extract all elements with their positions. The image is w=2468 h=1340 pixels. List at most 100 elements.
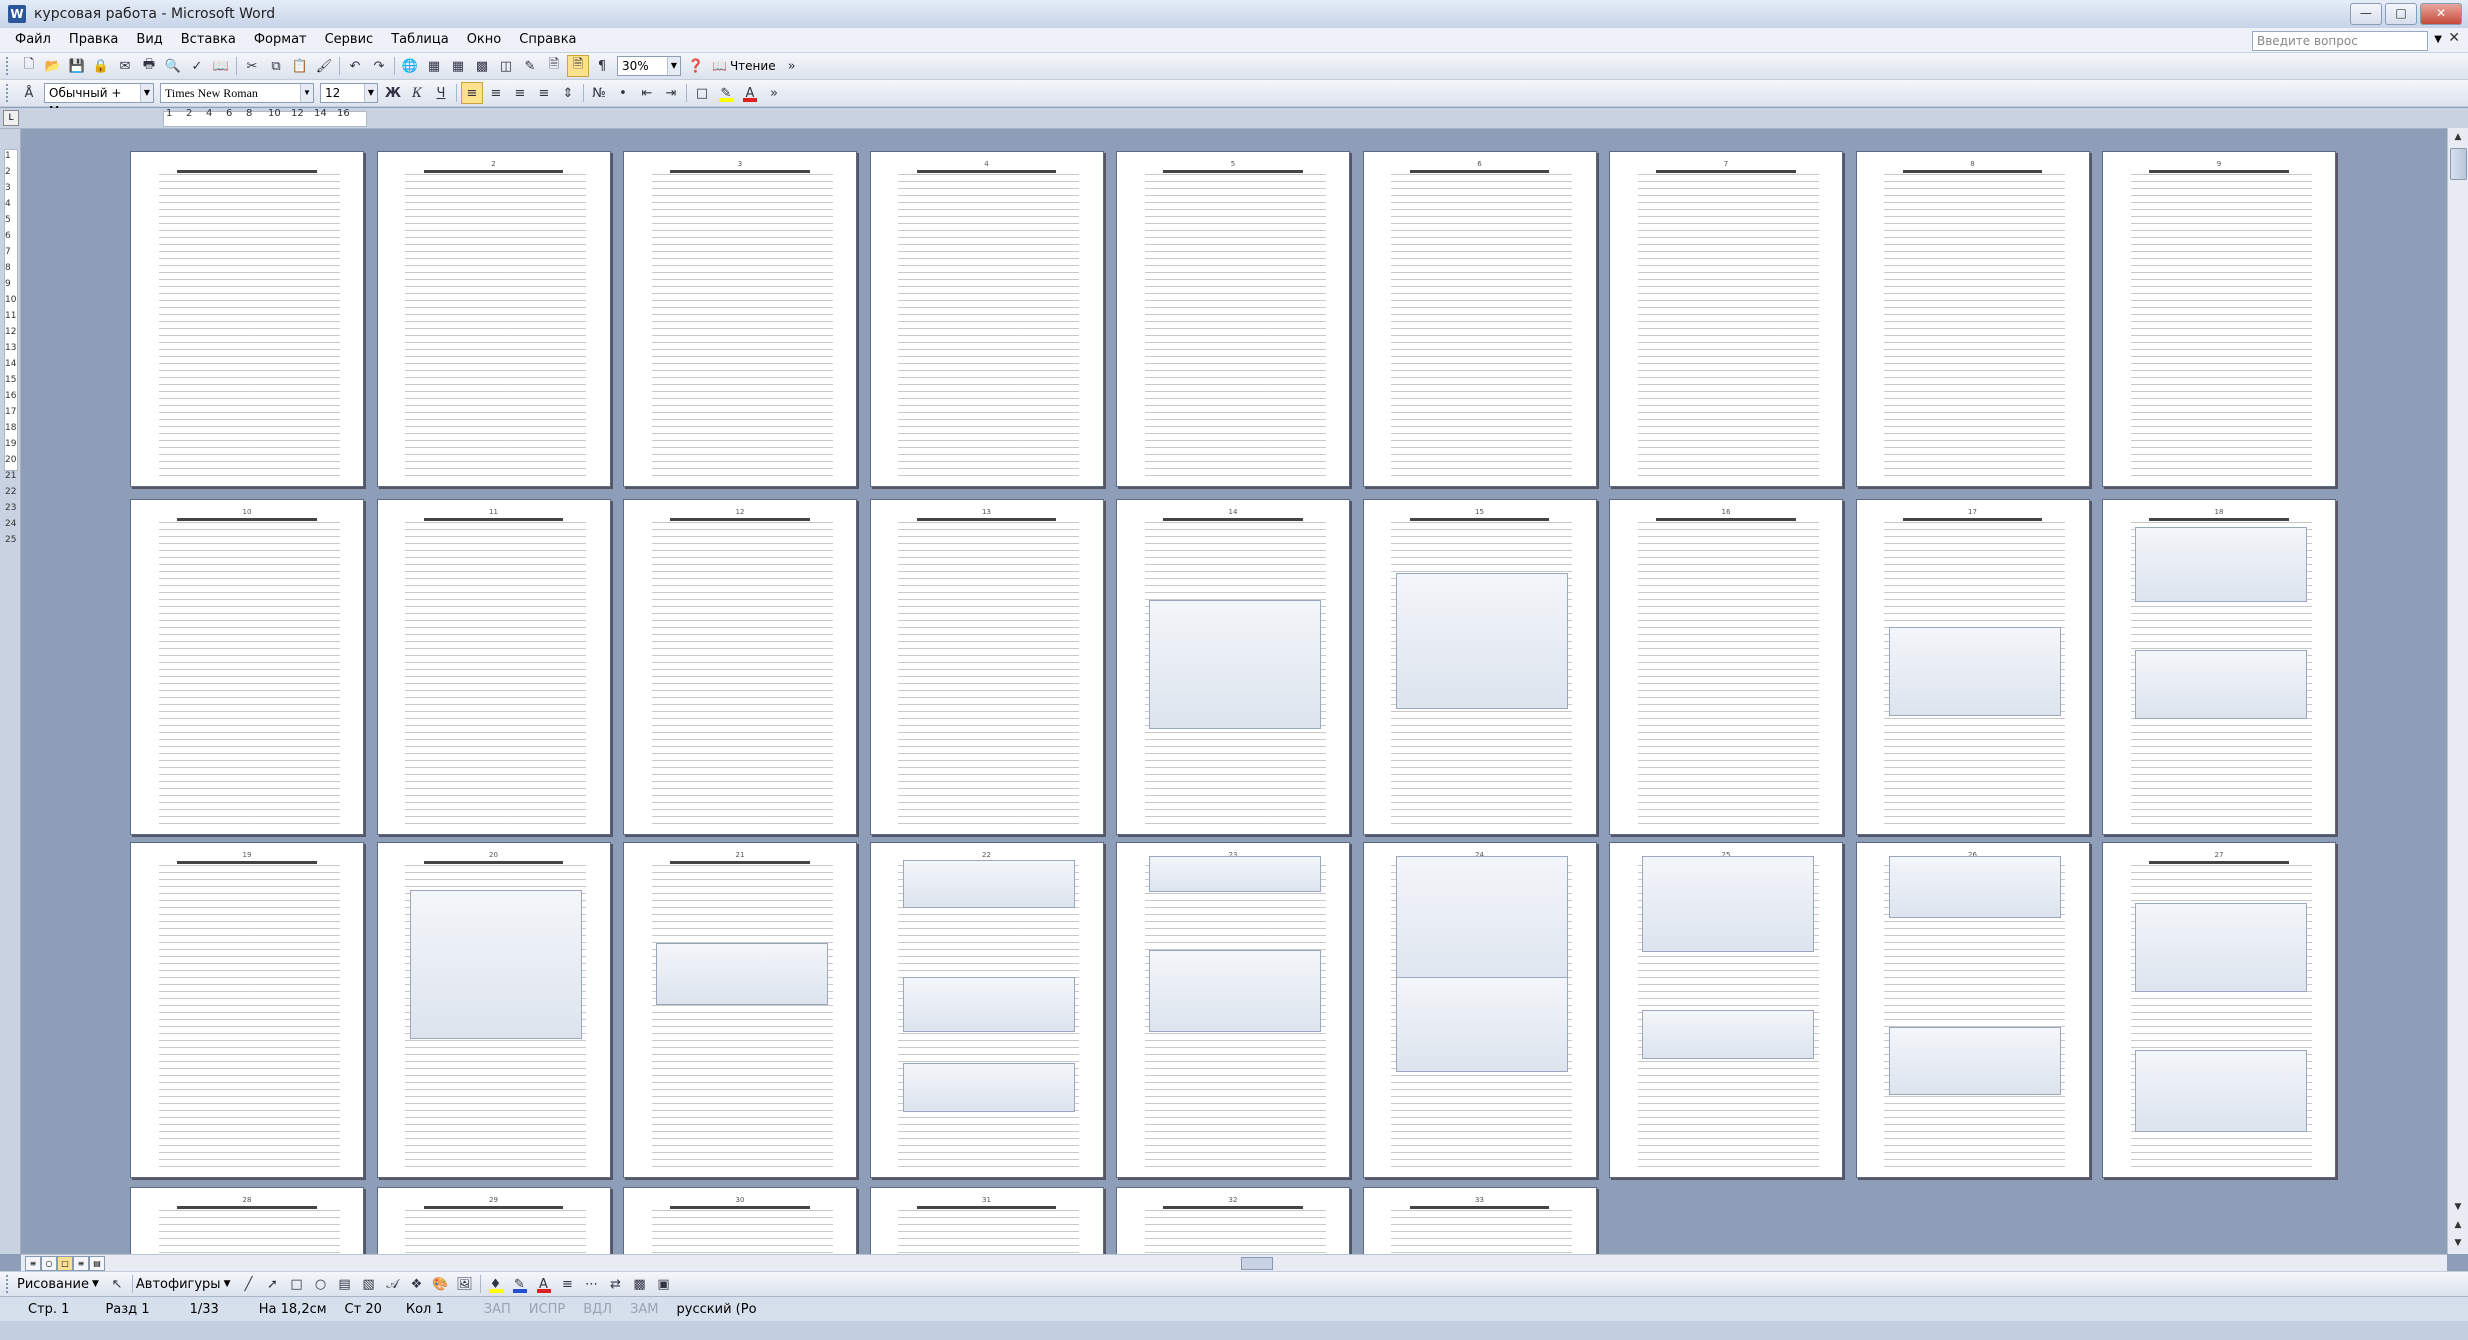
status-ext[interactable]: ВДЛ [583,1302,612,1317]
page-thumbnail[interactable]: 22 [869,842,1104,1178]
scroll-thumb[interactable] [2450,148,2467,180]
page-thumbnail[interactable]: 16 [1609,499,1843,835]
h-scroll-thumb[interactable] [1241,1257,1273,1270]
insert-excel-icon[interactable]: ▩ [471,55,493,77]
maximize-button[interactable]: □ [2385,3,2417,25]
open-icon[interactable]: 📂 [42,55,64,77]
line-spacing-icon[interactable]: ⇕ [557,82,579,104]
font-color-draw-icon[interactable]: A [533,1273,555,1295]
scroll-down-icon[interactable]: ▼ [2448,1198,2468,1216]
paste-icon[interactable]: 📋 [289,55,311,77]
arrow-style-icon[interactable]: ⇄ [605,1273,627,1295]
picture-icon[interactable]: 🖼 [454,1273,476,1295]
menu-view[interactable]: Вид [127,28,171,52]
page-thumbnail[interactable]: 8 [1855,151,2090,487]
page-thumbnail[interactable]: 28 [130,1187,364,1254]
toolbar-options-icon[interactable]: » [781,55,803,77]
clipart-icon[interactable]: 🎨 [430,1273,452,1295]
undo-icon[interactable]: ↶ [344,55,366,77]
font-dropdown-icon[interactable]: ▼ [300,84,313,102]
cut-icon[interactable]: ✂ [241,55,263,77]
highlight-icon[interactable]: ✎ [715,82,737,104]
ask-question-input[interactable]: Введите вопрос [2252,31,2428,51]
page-thumbnail[interactable]: 24 [1362,842,1597,1178]
toolbar-grip[interactable] [6,84,12,102]
normal-view-icon[interactable]: ≡ [25,1256,41,1271]
vertical-textbox-icon[interactable]: ▧ [358,1273,380,1295]
autoshapes-menu[interactable]: Автофигуры [136,1277,221,1292]
tables-borders-icon[interactable]: ▦ [423,55,445,77]
page-thumbnail[interactable]: 13 [869,499,1104,835]
hyperlink-icon[interactable]: 🌐 [399,55,421,77]
page-thumbnail[interactable]: 2 [376,151,611,487]
page-thumbnail[interactable]: 30 [623,1187,857,1254]
web-view-icon[interactable]: ○ [41,1256,57,1271]
minimize-button[interactable]: — [2350,3,2382,25]
horizontal-scrollbar[interactable]: ≡ ○ □ ≡ ▤ [21,1254,2447,1271]
font-color-icon[interactable]: A [739,82,761,104]
print-preview-icon[interactable]: 🔍 [162,55,184,77]
status-line[interactable]: Ст 20 [345,1302,382,1317]
status-position[interactable]: На 18,2см [259,1302,327,1317]
redo-icon[interactable]: ↷ [368,55,390,77]
page-thumbnail[interactable]: 10 [130,499,364,835]
menu-table[interactable]: Таблица [382,28,458,52]
draw-menu[interactable]: Рисование [17,1277,89,1292]
page-thumbnail[interactable]: 15 [1362,499,1597,835]
status-rec[interactable]: ЗАП [484,1302,511,1317]
menu-help[interactable]: Справка [510,28,585,52]
word-app-icon[interactable]: W [8,5,26,23]
zoom-dropdown-icon[interactable]: ▼ [667,57,680,75]
page-thumbnail[interactable]: 17 [1855,499,2090,835]
status-page-of[interactable]: 1/33 [190,1302,219,1317]
page-thumbnail[interactable]: 29 [376,1187,611,1254]
menu-tools[interactable]: Сервис [316,28,383,52]
select-objects-icon[interactable]: ↖ [106,1273,128,1295]
style-select[interactable]: Обычный + Межд▼ [44,83,154,118]
justify-icon[interactable]: ≡ [533,82,555,104]
page-thumbnail[interactable]: 18 [2102,499,2336,835]
page-thumbnail[interactable]: 27 [2102,842,2336,1178]
horizontal-ruler[interactable]: L 1 2 4 6 8 10 12 14 16 [0,108,2468,129]
underline-button[interactable]: Ч [430,82,452,104]
status-ovr[interactable]: ЗАМ [630,1302,658,1317]
borders-icon[interactable]: □ [691,82,713,104]
page-thumbnail[interactable]: 21 [623,842,857,1178]
style-dropdown-icon[interactable]: ▼ [140,84,153,102]
insert-table-icon[interactable]: ▦ [447,55,469,77]
line-color-icon[interactable]: ✎ [509,1273,531,1295]
page-thumbnail[interactable]: 7 [1609,151,1843,487]
page-thumbnail[interactable]: 32 [1116,1187,1350,1254]
page-thumbnail[interactable]: 9 [2102,151,2336,487]
vertical-ruler[interactable]: 1 2 3 4 5 6 7 8 9 10 11 12 13 14 15 16 1… [0,129,21,1254]
status-section[interactable]: Разд 1 [105,1302,149,1317]
font-size-select[interactable]: 12 ▼ [320,83,378,103]
format-painter-icon[interactable]: 🖌 [313,55,335,77]
next-page-icon[interactable]: ▼ [2448,1234,2468,1252]
page-thumbnail[interactable]: 14 [1116,499,1350,835]
ask-dropdown-icon[interactable]: ▼ [2434,31,2442,49]
page-thumbnail[interactable]: 26 [1855,842,2090,1178]
reading-view-icon[interactable]: ▤ [89,1256,105,1271]
document-map-active-icon[interactable]: 🗎 [567,55,589,77]
status-column[interactable]: Кол 1 [406,1302,444,1317]
oval-icon[interactable]: ○ [310,1273,332,1295]
toolbar-grip[interactable] [6,57,12,75]
diagram-icon[interactable]: ❖ [406,1273,428,1295]
shadow-icon[interactable]: ▩ [629,1273,651,1295]
decrease-indent-icon[interactable]: ⇤ [636,82,658,104]
help-icon[interactable]: ❓ [685,55,707,77]
page-thumbnail[interactable]: 23 [1116,842,1350,1178]
increase-indent-icon[interactable]: ⇥ [660,82,682,104]
fill-color-icon[interactable]: ♦ [485,1273,507,1295]
bold-button[interactable]: Ж [382,82,404,104]
italic-button[interactable]: К [406,82,428,104]
menu-window[interactable]: Окно [458,28,511,52]
draw-dropdown-icon[interactable]: ▼ [92,1279,99,1289]
numbering-icon[interactable]: № [588,82,610,104]
permission-icon[interactable]: 🔒 [90,55,112,77]
tab-selector[interactable]: L [3,110,19,126]
page-thumbnail[interactable]: 31 [869,1187,1104,1254]
line-style-icon[interactable]: ≡ [557,1273,579,1295]
styles-pane-icon[interactable]: Å [18,82,40,104]
